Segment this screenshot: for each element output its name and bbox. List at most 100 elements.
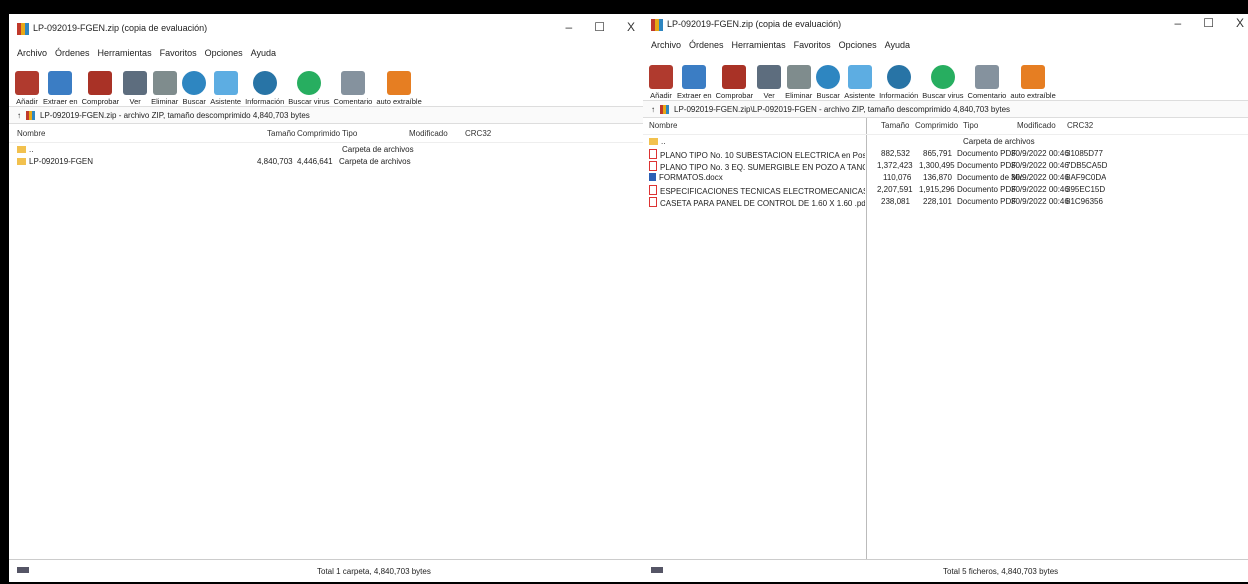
menu-archivo[interactable]: Archivo [17, 48, 47, 58]
menu-opciones[interactable]: Opciones [839, 40, 877, 50]
table-row[interactable]: PLANO TIPO No. 10 SUBESTACION ELECTRICA … [643, 147, 1248, 160]
table-row[interactable]: .. Carpeta de archivos [643, 135, 1248, 147]
view-button[interactable]: Ver [757, 65, 782, 100]
column-name[interactable]: Nombre [17, 129, 45, 138]
virus-scan-button[interactable]: Buscar virus [288, 71, 330, 106]
column-type[interactable]: Tipo [342, 129, 357, 138]
status-lock-icon [17, 567, 29, 573]
pdf-file-icon [649, 161, 657, 171]
status-text: Total 5 ficheros, 4,840,703 bytes [943, 567, 1059, 576]
extract-button[interactable]: Extraer en [677, 65, 712, 100]
winrar-app-icon [651, 19, 663, 31]
shield-icon [930, 65, 955, 89]
table-row[interactable]: .. Carpeta de archivos [9, 143, 643, 155]
add-button[interactable]: Añadir [649, 65, 673, 100]
menu-favoritos[interactable]: Favoritos [794, 40, 831, 50]
address-bar[interactable]: ↑ LP-092019-FGEN.zip - archivo ZIP, tama… [9, 107, 643, 124]
book-icon [757, 65, 782, 89]
info-icon [886, 65, 911, 89]
virus-scan-button[interactable]: Buscar virus [922, 65, 964, 100]
wand-icon [213, 71, 238, 95]
add-icon [649, 65, 673, 89]
file-list: Nombre Tamaño Comprimido Tipo Modificado… [643, 118, 1248, 560]
table-row[interactable]: FORMATOS.docx 110,076 136,870 Documento … [643, 171, 1248, 183]
minimize-button[interactable]: – [566, 20, 573, 34]
wizard-button[interactable]: Asistente [844, 65, 875, 100]
table-row[interactable]: CASETA PARA PANEL DE CONTROL DE 1.60 X 1… [643, 195, 1248, 208]
extract-button[interactable]: Extraer en [43, 71, 78, 106]
sfx-button[interactable]: auto extraíble [1010, 65, 1056, 100]
find-button[interactable]: Buscar [182, 71, 207, 106]
status-bar: Total 1 carpeta, 4,840,703 bytes [9, 559, 643, 582]
status-bar: Total 5 ficheros, 4,840,703 bytes [643, 559, 1248, 582]
archive-icon [660, 104, 669, 114]
table-row[interactable]: ESPECIFICACIONES TECNICAS ELECTROMECANIC… [643, 183, 1248, 196]
word-file-icon [649, 173, 656, 181]
menu-ordenes[interactable]: Órdenes [55, 48, 90, 58]
magnifier-icon [816, 65, 841, 89]
menu-archivo[interactable]: Archivo [651, 40, 681, 50]
test-button[interactable]: Comprobar [716, 65, 753, 100]
trash-icon [786, 65, 811, 89]
column-size[interactable]: Tamaño [267, 129, 295, 138]
table-header: Nombre Tamaño Comprimido Tipo Modificado… [643, 118, 1248, 135]
pdf-file-icon [649, 149, 657, 159]
column-name[interactable]: Nombre [649, 121, 677, 130]
sfx-button[interactable]: auto extraíble [376, 71, 422, 106]
column-modified[interactable]: Modificado [409, 129, 448, 138]
window-title: LP-092019-FGEN.zip (copia de evaluación) [667, 19, 842, 29]
find-button[interactable]: Buscar [816, 65, 841, 100]
sfx-icon [1021, 65, 1046, 89]
info-button[interactable]: Información [245, 71, 284, 106]
close-button[interactable]: X [1236, 16, 1244, 30]
toolbar: Añadir Extraer en Comprobar Ver Eliminar… [643, 54, 1248, 101]
wizard-button[interactable]: Asistente [210, 71, 241, 106]
maximize-button[interactable]: ☐ [1203, 16, 1214, 30]
trash-icon [152, 71, 177, 95]
menu-herramientas[interactable]: Herramientas [98, 48, 152, 58]
menu-ordenes[interactable]: Órdenes [689, 40, 724, 50]
menu-herramientas[interactable]: Herramientas [732, 40, 786, 50]
menu-bar: Archivo Órdenes Herramientas Favoritos O… [9, 44, 643, 62]
comment-button[interactable]: Comentario [334, 71, 372, 106]
book-icon [123, 71, 148, 95]
pdf-file-icon [649, 185, 657, 195]
column-modified[interactable]: Modificado [1017, 121, 1056, 130]
minimize-button[interactable]: – [1175, 16, 1182, 30]
delete-button[interactable]: Eliminar [785, 65, 812, 100]
address-bar[interactable]: ↑ LP-092019-FGEN.zip\LP-092019-FGEN - ar… [643, 101, 1248, 118]
address-path: LP-092019-FGEN.zip - archivo ZIP, tamaño… [40, 110, 310, 120]
view-button[interactable]: Ver [123, 71, 148, 106]
title-bar[interactable]: LP-092019-FGEN.zip (copia de evaluación)… [9, 14, 643, 44]
close-button[interactable]: X [627, 20, 635, 34]
column-packed[interactable]: Comprimido [915, 121, 958, 130]
menu-opciones[interactable]: Opciones [205, 48, 243, 58]
wand-icon [847, 65, 872, 89]
column-crc[interactable]: CRC32 [1067, 121, 1093, 130]
note-icon [340, 71, 365, 95]
clipboard-icon [88, 71, 113, 95]
menu-favoritos[interactable]: Favoritos [160, 48, 197, 58]
comment-button[interactable]: Comentario [968, 65, 1006, 100]
table-row[interactable]: PLANO TIPO No. 3 EQ. SUMERGIBLE EN POZO … [643, 159, 1248, 172]
up-arrow-icon[interactable]: ↑ [17, 111, 21, 120]
winrar-window-left: LP-092019-FGEN.zip (copia de evaluación)… [9, 14, 643, 582]
column-crc[interactable]: CRC32 [465, 129, 491, 138]
pdf-file-icon [649, 197, 657, 207]
folder-icon [682, 65, 707, 89]
info-button[interactable]: Información [879, 65, 918, 100]
title-bar[interactable]: LP-092019-FGEN.zip (copia de evaluación)… [643, 14, 1248, 36]
maximize-button[interactable]: ☐ [594, 20, 605, 34]
table-row[interactable]: LP-092019-FGEN 4,840,703 4,446,641 Carpe… [9, 155, 643, 167]
menu-ayuda[interactable]: Ayuda [251, 48, 276, 58]
column-size[interactable]: Tamaño [881, 121, 909, 130]
column-type[interactable]: Tipo [963, 121, 978, 130]
delete-button[interactable]: Eliminar [151, 71, 178, 106]
up-arrow-icon[interactable]: ↑ [651, 105, 655, 114]
file-list: Nombre Tamaño Comprimido Tipo Modificado… [9, 126, 643, 560]
menu-ayuda[interactable]: Ayuda [885, 40, 910, 50]
window-title: LP-092019-FGEN.zip (copia de evaluación) [33, 23, 208, 33]
column-packed[interactable]: Comprimido [297, 129, 340, 138]
test-button[interactable]: Comprobar [82, 71, 119, 106]
add-button[interactable]: Añadir [15, 71, 39, 106]
